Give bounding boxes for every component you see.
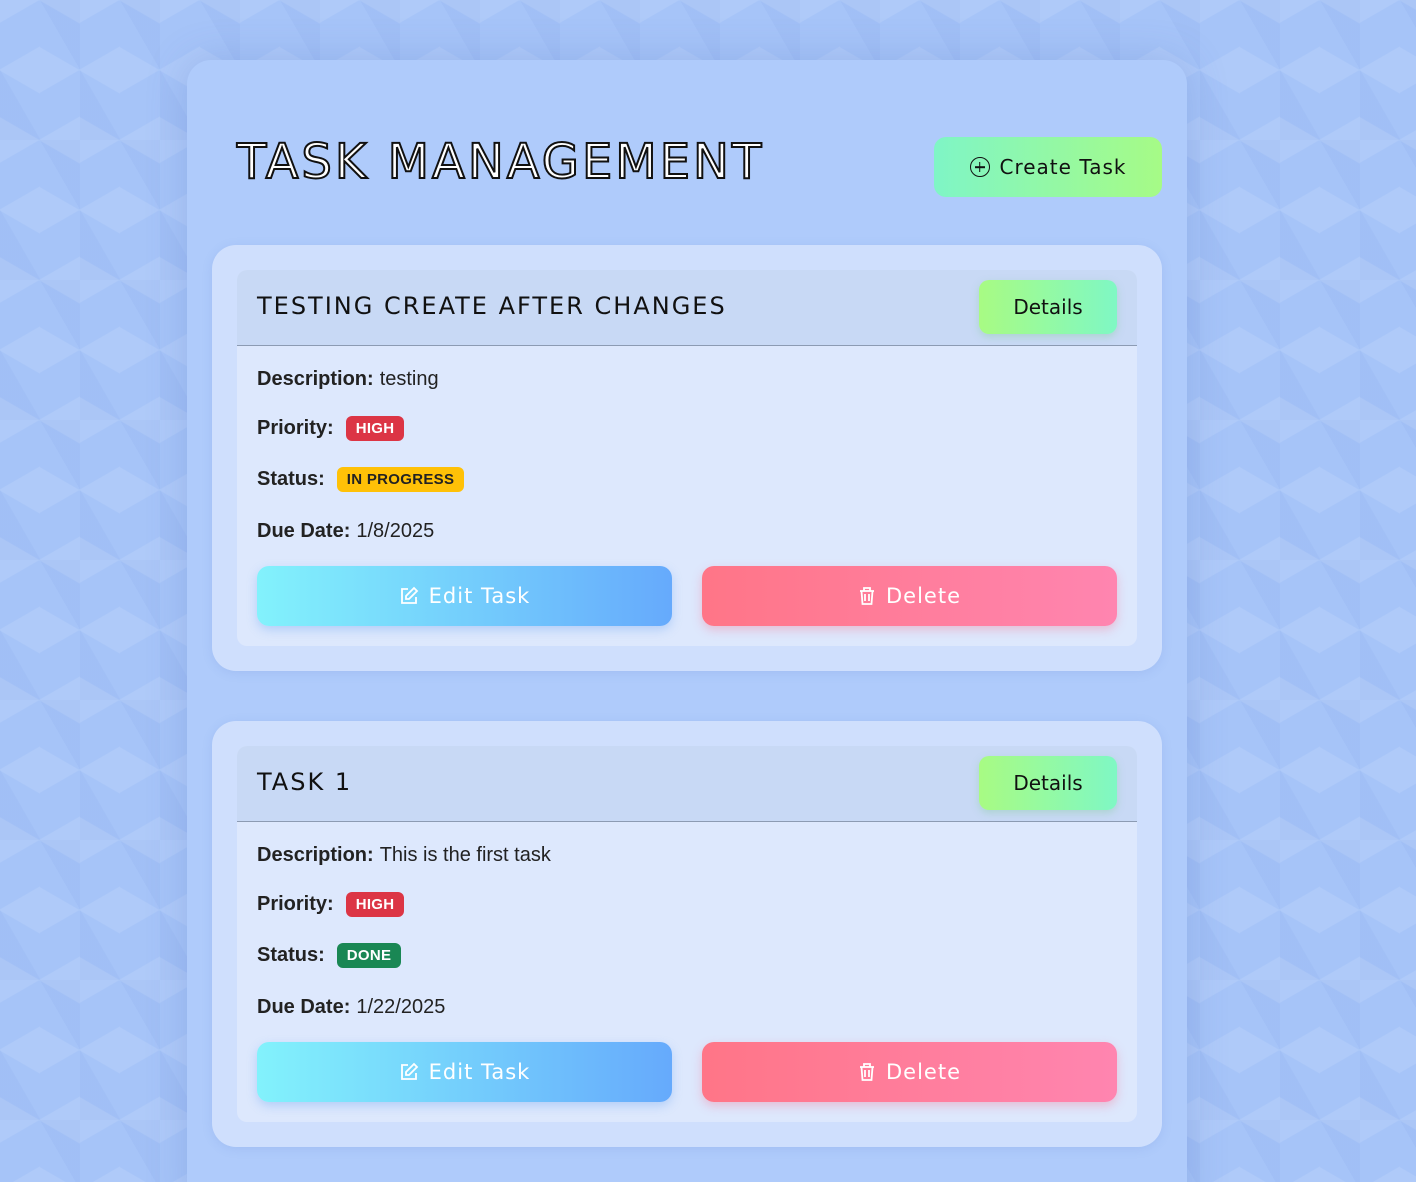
edit-task-label: Edit Task xyxy=(428,584,531,608)
priority-badge: HIGH xyxy=(345,416,405,441)
due-date-label: Due Date: xyxy=(257,996,351,1018)
plus-circle-icon xyxy=(969,157,990,177)
task-card-body: Testing create after changes Details Des… xyxy=(237,270,1137,646)
edit-icon xyxy=(399,586,419,606)
priority-field: Priority: HIGH xyxy=(257,892,405,917)
priority-badge: HIGH xyxy=(345,892,405,917)
status-label: Status: xyxy=(257,468,325,490)
description-value: testing xyxy=(379,368,439,390)
page-title: Task Management xyxy=(236,133,765,191)
description-label: Description: xyxy=(257,844,374,866)
due-date-value: 1/8/2025 xyxy=(356,520,435,542)
description-label: Description: xyxy=(257,368,374,390)
edit-task-label: Edit Task xyxy=(428,1060,531,1084)
status-field: Status: DONE xyxy=(257,943,402,968)
edit-task-button[interactable]: Edit Task xyxy=(257,566,672,626)
priority-label: Priority: xyxy=(257,893,334,915)
header: Task Management Create Task xyxy=(187,60,1187,245)
status-field: Status: IN PROGRESS xyxy=(257,467,465,492)
delete-label: Delete xyxy=(886,584,961,608)
status-badge: DONE xyxy=(336,943,402,968)
priority-field: Priority: HIGH xyxy=(257,416,405,441)
task-card: Testing create after changes Details Des… xyxy=(212,245,1162,671)
create-task-button[interactable]: Create Task xyxy=(934,137,1162,197)
due-date-field: Due Date: 1/8/2025 xyxy=(257,520,434,543)
details-button[interactable]: Details xyxy=(979,756,1117,810)
priority-label: Priority: xyxy=(257,417,334,439)
task-card-body: Task 1 Details Description: This is the … xyxy=(237,746,1137,1122)
task-header: Task 1 Details xyxy=(237,746,1137,822)
task-header: Testing create after changes Details xyxy=(237,270,1137,346)
details-button[interactable]: Details xyxy=(979,280,1117,334)
task-title: Testing create after changes xyxy=(257,292,727,320)
edit-icon xyxy=(399,1062,419,1082)
task-card: Task 1 Details Description: This is the … xyxy=(212,721,1162,1147)
main-container: Task Management Create Task Testing crea… xyxy=(187,60,1187,1182)
delete-label: Delete xyxy=(886,1060,961,1084)
due-date-label: Due Date: xyxy=(257,520,351,542)
description-field: Description: testing xyxy=(257,368,439,391)
status-label: Status: xyxy=(257,944,325,966)
create-task-label: Create Task xyxy=(999,155,1127,179)
delete-button[interactable]: Delete xyxy=(702,1042,1117,1102)
due-date-field: Due Date: 1/22/2025 xyxy=(257,996,445,1019)
description-value: This is the first task xyxy=(379,844,551,866)
trash-icon xyxy=(858,586,876,606)
due-date-value: 1/22/2025 xyxy=(356,996,446,1018)
edit-task-button[interactable]: Edit Task xyxy=(257,1042,672,1102)
description-field: Description: This is the first task xyxy=(257,844,551,867)
delete-button[interactable]: Delete xyxy=(702,566,1117,626)
trash-icon xyxy=(858,1062,876,1082)
task-title: Task 1 xyxy=(257,768,353,796)
status-badge: IN PROGRESS xyxy=(336,467,465,492)
